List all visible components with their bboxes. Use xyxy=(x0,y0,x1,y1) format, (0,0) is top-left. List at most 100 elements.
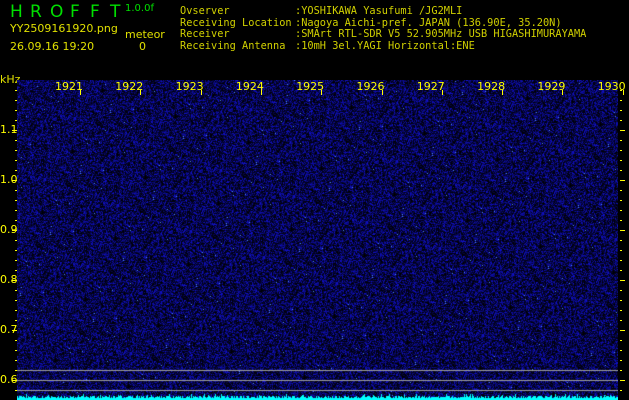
time-label: 1925 xyxy=(296,80,325,93)
freq-tick xyxy=(15,190,17,191)
freq-tick xyxy=(620,340,622,341)
time-label: 1924 xyxy=(235,80,264,93)
time-tick xyxy=(200,90,202,95)
freq-tick xyxy=(15,350,17,351)
freq-tick xyxy=(15,170,17,171)
freq-tick xyxy=(15,310,17,311)
freq-tick xyxy=(620,270,622,271)
freq-tick xyxy=(620,280,625,281)
freq-tick xyxy=(15,200,17,201)
freq-tick xyxy=(620,110,622,111)
freq-tick xyxy=(620,380,625,381)
freq-tick xyxy=(620,210,622,211)
time-tick xyxy=(502,90,504,95)
freq-tick xyxy=(12,380,17,381)
freq-tick xyxy=(15,360,17,361)
info-label: Receiving Antenna xyxy=(180,39,286,52)
freq-tick xyxy=(15,240,17,241)
freq-tick xyxy=(15,150,17,151)
time-tick xyxy=(562,90,564,95)
time-label: 1923 xyxy=(175,80,204,93)
freq-tick xyxy=(15,300,17,301)
info-values: :YOSHIKAWA Yasufumi /JG2MLI:Nagoya Aichi… xyxy=(295,5,587,52)
freq-tick xyxy=(620,90,622,91)
freq-tick xyxy=(15,290,17,291)
freq-tick xyxy=(15,140,17,141)
freq-tick xyxy=(620,260,622,261)
info-value: :10mH 3el.YAGI Horizontal:ENE xyxy=(295,39,475,52)
freq-tick xyxy=(15,100,17,101)
title-letter: F xyxy=(70,2,80,22)
title-letter: O xyxy=(50,2,64,22)
freq-tick xyxy=(15,370,17,371)
freq-tick xyxy=(15,250,17,251)
freq-tick xyxy=(620,230,625,231)
time-tick xyxy=(80,90,81,95)
info-value: :YOSHIKAWA Yasufumi /JG2MLI xyxy=(295,5,463,17)
freq-tick xyxy=(12,180,17,181)
freq-tick xyxy=(620,160,622,161)
time-label: 1928 xyxy=(477,80,506,93)
time-label: 1921 xyxy=(55,80,83,93)
freq-tick xyxy=(15,220,17,221)
freq-tick xyxy=(12,230,17,231)
time-tick xyxy=(381,90,383,95)
freq-tick xyxy=(620,190,622,191)
freq-tick xyxy=(620,130,625,131)
freq-tick xyxy=(620,250,622,251)
time-tick xyxy=(622,90,624,95)
freq-tick xyxy=(12,280,17,281)
title-letter: R xyxy=(30,2,42,22)
freq-tick xyxy=(620,320,622,321)
freq-tick xyxy=(620,220,622,221)
freq-tick xyxy=(620,120,622,121)
freq-tick xyxy=(12,330,17,331)
freq-tick xyxy=(620,200,622,201)
freq-tick xyxy=(12,130,17,131)
time-tick xyxy=(260,90,262,95)
time-tick xyxy=(140,90,142,95)
freq-tick xyxy=(620,100,622,101)
freq-tick xyxy=(15,340,17,341)
freq-tick xyxy=(620,140,622,141)
freq-tick xyxy=(620,300,622,301)
title-letter: F xyxy=(90,2,100,22)
meteor-count: 0 xyxy=(139,40,146,53)
app-title: HROFFT xyxy=(10,2,130,22)
time-label: 1926 xyxy=(356,80,385,93)
freq-tick xyxy=(15,160,17,161)
freq-tick xyxy=(620,350,622,351)
freq-tick xyxy=(15,90,17,91)
freq-tick xyxy=(620,330,625,331)
info-label: Ovserver xyxy=(180,5,230,17)
freq-tick xyxy=(15,270,17,271)
time-label: 1922 xyxy=(115,80,144,93)
freq-tick xyxy=(15,120,17,121)
freq-tick xyxy=(620,240,622,241)
freq-tick xyxy=(620,360,622,361)
time-label: 1929 xyxy=(537,80,566,93)
title-letter: H xyxy=(10,2,23,22)
info-value: :SMArt RTL-SDR V5 52.905MHz USB HIGASHIM… xyxy=(295,28,587,40)
filename: YY2509161920.png xyxy=(10,22,118,35)
freq-tick xyxy=(15,390,17,391)
freq-tick xyxy=(620,150,622,151)
freq-tick xyxy=(620,370,622,371)
spectrogram xyxy=(17,80,618,400)
freq-tick xyxy=(620,170,622,171)
freq-tick xyxy=(620,310,622,311)
freq-tick xyxy=(620,290,622,291)
datetime: 26.09.16 19:20 xyxy=(10,40,95,53)
freq-tick xyxy=(15,260,17,261)
time-tick xyxy=(321,90,323,95)
time-label: 1927 xyxy=(416,80,445,93)
time-tick xyxy=(441,90,443,95)
freq-tick xyxy=(15,320,17,321)
freq-tick xyxy=(620,390,622,391)
freq-tick xyxy=(15,210,17,211)
time-label: 1930 xyxy=(597,80,626,93)
freq-tick xyxy=(620,180,625,181)
info-labels: Ovserver Receiving Location Receiver Receiv… xyxy=(180,5,292,52)
info-label: Receiver xyxy=(180,28,230,40)
version-label: 1.0.0f xyxy=(125,3,154,14)
